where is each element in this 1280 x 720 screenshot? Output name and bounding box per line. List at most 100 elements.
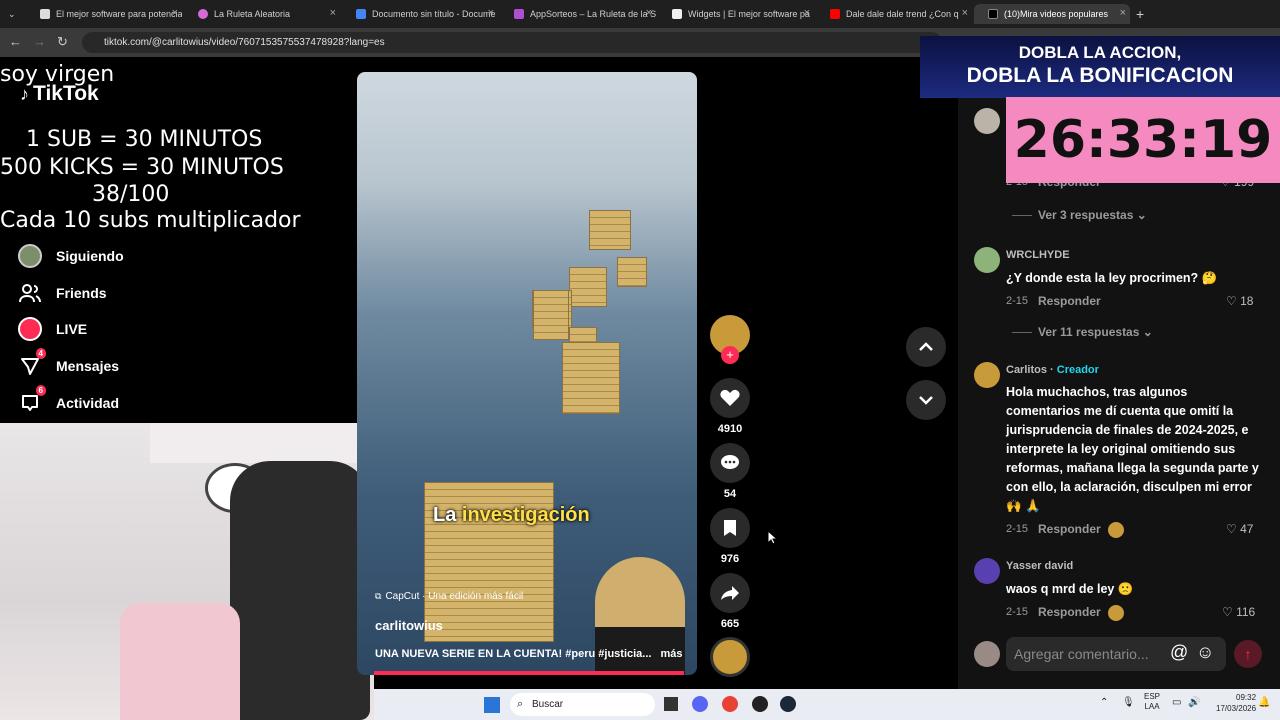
- sidebar-item-actividad[interactable]: 6 Actividad: [18, 385, 119, 415]
- comment-input[interactable]: Agregar comentario... @ ☺: [1006, 637, 1226, 671]
- mention-icon[interactable]: @: [1170, 642, 1188, 663]
- forward-icon[interactable]: →: [33, 34, 46, 49]
- inbox-icon: 6: [18, 385, 46, 415]
- taskbar-search[interactable]: ⌕ Buscar: [510, 693, 655, 716]
- office-chair: [230, 461, 370, 720]
- heart-outline-icon: ♡: [1226, 522, 1241, 536]
- close-icon[interactable]: ×: [488, 7, 494, 19]
- tab-4[interactable]: AppSorteos – La Ruleta de la S ×: [500, 4, 656, 24]
- like-button[interactable]: [710, 378, 750, 418]
- comment-text: waos q mrd de ley 🙁: [1006, 582, 1134, 596]
- tray-chevron-icon[interactable]: ⌃: [1100, 697, 1108, 708]
- floating-crate: [589, 210, 631, 250]
- url-field[interactable]: tiktok.com/@carlitowius/video/7607153575…: [82, 32, 942, 53]
- network-icon[interactable]: ▭: [1172, 697, 1181, 708]
- comment-author[interactable]: Yasser david: [1006, 560, 1073, 572]
- chrome-icon[interactable]: [722, 696, 738, 712]
- creator-liked-avatar: [1108, 522, 1124, 538]
- language-indicator[interactable]: ESP LAA: [1144, 692, 1160, 712]
- more-link[interactable]: más: [661, 648, 683, 660]
- live-icon: [18, 317, 42, 341]
- comment-author[interactable]: Carlitos · Creador: [1006, 364, 1099, 376]
- heart-outline-icon: ♡: [1222, 605, 1237, 619]
- bookmark-icon: [724, 520, 736, 536]
- video-progress-bar[interactable]: [374, 671, 684, 675]
- follow-plus-icon[interactable]: +: [721, 346, 739, 364]
- volume-icon[interactable]: 🔊: [1188, 697, 1200, 708]
- sidebar-item-siguiendo[interactable]: Siguiendo: [18, 244, 124, 268]
- chevron-down-icon: ⌄: [1136, 208, 1147, 222]
- comment-date: 2-15: [1006, 295, 1029, 307]
- close-icon[interactable]: ×: [646, 7, 652, 19]
- close-icon[interactable]: ×: [1120, 7, 1126, 19]
- avatar[interactable]: [974, 247, 1000, 273]
- new-tab-button[interactable]: +: [1132, 4, 1154, 24]
- tab-3[interactable]: Documento sin título - Docume ×: [342, 4, 498, 24]
- close-icon[interactable]: ×: [330, 7, 336, 19]
- comment-icon: [721, 455, 739, 469]
- comment-date: 2-15: [1006, 606, 1029, 618]
- send-icon: 4: [18, 348, 46, 378]
- clock[interactable]: 09:32 17/03/2026: [1216, 692, 1256, 714]
- reply-button[interactable]: Responder: [1038, 605, 1101, 619]
- sidebar-item-mensajes[interactable]: 4 Mensajes: [18, 348, 119, 378]
- pink-pillow: [120, 603, 240, 720]
- comment-like[interactable]: ♡ 47: [1226, 522, 1253, 536]
- tab-7-active[interactable]: (10)Mira videos populares ×: [974, 4, 1130, 24]
- reply-button[interactable]: Responder: [1038, 522, 1101, 536]
- reply-button[interactable]: Responder: [1038, 294, 1101, 308]
- view-replies-button[interactable]: Ver 11 respuestas ⌄: [1012, 325, 1153, 339]
- avatar[interactable]: [974, 362, 1000, 388]
- tab-search-button[interactable]: ⌄: [4, 4, 24, 24]
- avatar[interactable]: [974, 558, 1000, 584]
- view-replies-button[interactable]: Ver 3 respuestas ⌄: [1012, 208, 1147, 222]
- steam-icon[interactable]: [780, 696, 796, 712]
- activity-badge: 6: [35, 385, 46, 396]
- music-disc[interactable]: [710, 637, 750, 677]
- previous-video-button[interactable]: [906, 327, 946, 367]
- video-author[interactable]: carlitowius: [375, 618, 443, 633]
- floating-crate: [533, 290, 569, 340]
- sidebar-item-live[interactable]: LIVE: [18, 317, 87, 341]
- back-icon[interactable]: ←: [9, 34, 22, 49]
- share-button[interactable]: [710, 573, 750, 613]
- microphone-icon[interactable]: 🎙: [1122, 697, 1135, 708]
- site-icon: [198, 9, 208, 19]
- sidebar-item-friends[interactable]: Friends: [18, 281, 107, 305]
- tab-5[interactable]: Widgets | El mejor software pa ×: [658, 4, 814, 24]
- close-icon[interactable]: ×: [962, 7, 968, 19]
- overlay-line-2: 1 SUB = 30 MINUTOS: [26, 127, 263, 152]
- comment-text: ¿Y donde esta la ley procrimen? 🤔: [1006, 271, 1218, 285]
- video-player[interactable]: La investigación: [357, 72, 697, 675]
- chevron-down-icon: [919, 396, 933, 405]
- close-icon[interactable]: ×: [804, 7, 810, 19]
- tab-1[interactable]: El mejor software para potencia ×: [26, 4, 182, 24]
- tab-6[interactable]: Dale dale dale trend ¿Con q ×: [816, 4, 972, 24]
- tab-2[interactable]: La Ruleta Aleatoria ×: [184, 4, 340, 24]
- discord-icon[interactable]: [692, 696, 708, 712]
- reload-icon[interactable]: ↻: [57, 34, 68, 50]
- avatar: [974, 641, 1000, 667]
- notification-icon[interactable]: 🔔: [1258, 697, 1270, 708]
- obs-icon[interactable]: [752, 696, 768, 712]
- task-view-icon[interactable]: [664, 697, 678, 711]
- comment-button[interactable]: [710, 443, 750, 483]
- close-icon[interactable]: ×: [172, 7, 178, 19]
- save-button[interactable]: [710, 508, 750, 548]
- comment-author[interactable]: WRCLHYDE: [1006, 249, 1070, 261]
- emoji-icon[interactable]: ☺: [1196, 642, 1214, 663]
- comment-like[interactable]: ♡ 116: [1222, 605, 1255, 619]
- tiktok-logo[interactable]: ♪ TikTok: [20, 82, 99, 106]
- capcut-icon: ⧉: [375, 591, 382, 601]
- comment-like[interactable]: ♡ 18: [1226, 294, 1253, 308]
- site-icon: [40, 9, 50, 19]
- post-comment-button[interactable]: ↑: [1234, 640, 1262, 668]
- next-video-button[interactable]: [906, 380, 946, 420]
- avatar[interactable]: [974, 108, 1000, 134]
- capcut-link[interactable]: ⧉ CapCut · Una edición más fácil: [375, 591, 523, 602]
- windows-start-icon[interactable]: [484, 697, 500, 713]
- floating-crate: [562, 342, 620, 414]
- comment-count: 54: [723, 488, 737, 500]
- promo-banner: DOBLA LA ACCION, DOBLA LA BONIFICACION: [920, 36, 1280, 98]
- youtube-icon: [830, 9, 840, 19]
